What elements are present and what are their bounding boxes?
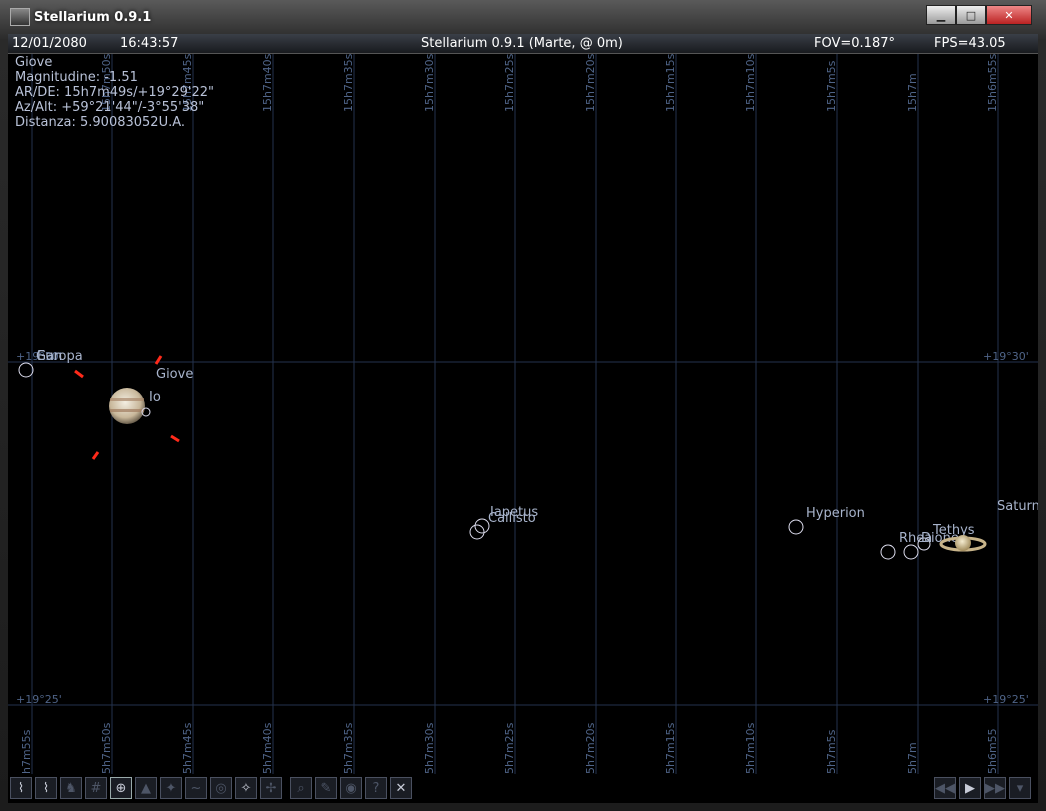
selection-tick [91, 451, 100, 460]
callisto-marker[interactable] [469, 524, 485, 540]
equatorial-mount-icon[interactable]: ✢ [260, 777, 282, 799]
sky-view[interactable]: 12/01/2080 16:43:57 Stellarium 0.9.1 (Ma… [8, 34, 1038, 803]
cardinal-points-icon[interactable]: ✦ [160, 777, 182, 799]
quit-icon[interactable]: ✕ [390, 777, 412, 799]
object-distance: Distanza: 5.90083052U.A. [15, 115, 186, 130]
minimize-button[interactable]: ▁ [926, 5, 956, 25]
window-controls: ▁ □ ✕ [926, 5, 1032, 25]
jupiter-disc[interactable] [109, 388, 145, 424]
ra-label: 15h7m40s [261, 722, 274, 774]
ra-label: 15h7m25s [503, 54, 516, 112]
ra-label: 15h7m25s [503, 722, 516, 774]
selection-tick [170, 434, 180, 443]
object-name: Giove [15, 55, 53, 70]
ra-label: 15h7m15s [664, 54, 677, 112]
ra-label: 15h6m55s [986, 54, 999, 112]
ra-label: 15h7m5s [825, 60, 838, 112]
title-bar[interactable]: Stellarium 0.9.1 ▁ □ ✕ [0, 0, 1046, 34]
planets-icon[interactable]: ✧ [235, 777, 257, 799]
fps-text: FPS=43.05 [934, 36, 1006, 51]
search-icon[interactable]: ⌕ [290, 777, 312, 799]
ra-label: 15h6m55 [986, 728, 999, 774]
ra-label: 15h7m [906, 73, 919, 112]
ra-label: 15h7m10s [744, 54, 757, 112]
ra-label: 15h7m5s [825, 729, 838, 774]
ra-label: 5h7m55s [20, 729, 33, 774]
ra-label: 15h7m10s [744, 722, 757, 774]
ra-label: 15h7m35s [342, 54, 355, 112]
date-text: 12/01/2080 [12, 36, 87, 51]
ra-label: 15h7m20s [584, 54, 597, 112]
constellation-art-icon[interactable]: ♞ [60, 777, 82, 799]
object-info: Giove Magnitudine: -1.51 AR/DE: 15h7m49s… [15, 55, 214, 130]
azimuthal-grid-icon[interactable]: ⊕ [110, 777, 132, 799]
atmosphere-icon[interactable]: ~ [185, 777, 207, 799]
dec-label-upper-right: +19°30' [983, 350, 1029, 363]
ganymede-marker[interactable] [18, 362, 34, 378]
dec-label-lower-left: +19°25' [16, 693, 62, 706]
selection-tick [74, 369, 84, 379]
ground-icon[interactable]: ▲ [135, 777, 157, 799]
ra-label: 15h7m40s [261, 54, 274, 112]
view-icon[interactable]: ◉ [340, 777, 362, 799]
fast-forward-icon[interactable]: ▶▶ [984, 777, 1006, 799]
ra-label: 15h7m15s [664, 722, 677, 774]
ra-label: 15h7m20s [584, 722, 597, 774]
sky-canvas[interactable]: 15h7m50s 15h7m45s 15h7m40s 15h7m35s 15h7m30s… [8, 54, 1038, 774]
menu-icon[interactable]: ▾ [1009, 777, 1031, 799]
ra-label: 15h7m50s [100, 722, 113, 774]
dione-marker[interactable] [903, 544, 919, 560]
stellarium-window: Stellarium 0.9.1 ▁ □ ✕ 12/01/2080 16:43:… [0, 0, 1046, 811]
play-icon[interactable]: ▶ [959, 777, 981, 799]
rewind-icon[interactable]: ◀◀ [934, 777, 956, 799]
iapetus-marker[interactable] [474, 518, 490, 534]
callisto-label: Callisto [488, 511, 536, 526]
tethys-label: Tethys [932, 523, 975, 538]
constellation-names-icon[interactable]: ⌇ [35, 777, 57, 799]
rhea-marker[interactable] [880, 544, 896, 560]
ra-label: 15h7m45s [181, 722, 194, 774]
equatorial-grid [8, 54, 1038, 774]
ra-label: 15h7m30s [423, 54, 436, 112]
selection-tick [154, 355, 163, 365]
ra-labels-top: 15h7m50s 15h7m45s 15h7m40s 15h7m35s 15h7m30s… [100, 54, 999, 112]
io-label: Io [149, 390, 161, 405]
hyperion-label: Hyperion [806, 506, 865, 521]
saturn-label: Saturn [997, 499, 1038, 514]
object-az-alt: Az/Alt: +59°21'44"/-3°55'38" [15, 100, 205, 115]
hyperion-marker[interactable] [788, 519, 804, 535]
object-magnitude: Magnitudine: -1.51 [15, 70, 138, 85]
maximize-button[interactable]: □ [956, 5, 986, 25]
status-bar: 12/01/2080 16:43:57 Stellarium 0.9.1 (Ma… [8, 34, 1038, 54]
time-text: 16:43:57 [120, 36, 179, 51]
bottom-toolbar: ⌇ ⌇ ♞ # ⊕ ▲ ✦ ~ ◎ ✧ ✢ ⌕ ✎ ◉ ? ✕ ◀◀ ▶ ▶▶ … [8, 775, 1038, 803]
europa-label: Europa [37, 349, 83, 364]
giove-label: Giove [156, 367, 193, 382]
location-text: Stellarium 0.9.1 (Marte, @ 0m) [421, 36, 623, 51]
constellation-lines-icon[interactable]: ⌇ [10, 777, 32, 799]
equatorial-grid-icon[interactable]: # [85, 777, 107, 799]
config-icon[interactable]: ✎ [315, 777, 337, 799]
ra-label: 15h7m [906, 742, 919, 774]
ra-label: 15h7m30s [423, 722, 436, 774]
object-ra-de: AR/DE: 15h7m49s/+19°29'22" [15, 85, 215, 100]
close-button[interactable]: ✕ [986, 5, 1032, 25]
window-title: Stellarium 0.9.1 [34, 10, 152, 25]
ra-label: 15h7m35s [342, 722, 355, 774]
app-icon [10, 8, 30, 26]
nebulae-icon[interactable]: ◎ [210, 777, 232, 799]
fov-text: FOV=0.187° [814, 36, 895, 51]
ra-labels-bottom: 5h7m55s 15h7m50s 15h7m45s 15h7m40s 15h7m35s 1… [20, 722, 999, 774]
dec-label-lower-right: +19°25' [983, 693, 1029, 706]
help-icon[interactable]: ? [365, 777, 387, 799]
